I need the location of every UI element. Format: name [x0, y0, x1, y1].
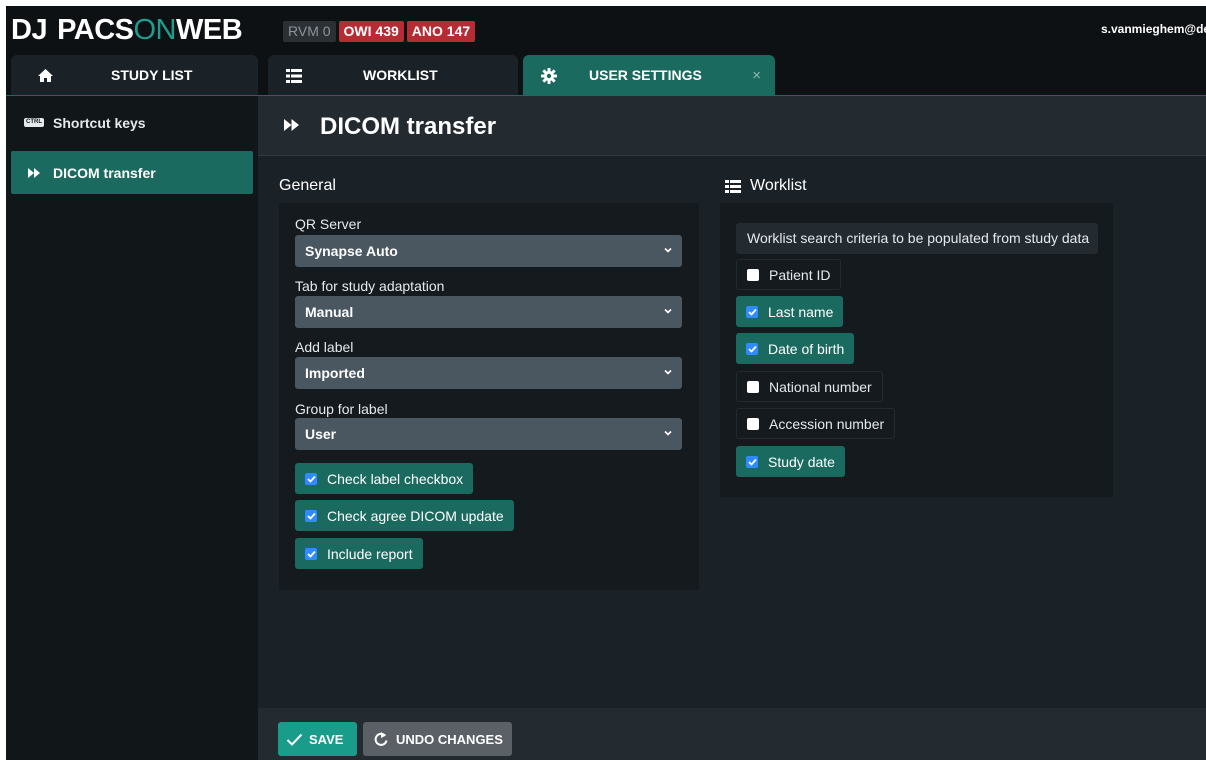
checkbox-label: Date of birth — [768, 340, 845, 357]
tab-user-settings[interactable]: USER SETTINGS × — [523, 55, 775, 96]
sidebar-item-dicom-transfer[interactable]: DICOM transfer — [11, 151, 253, 194]
field-label-tab-study-adaptation: Tab for study adaptation — [295, 278, 445, 294]
logo-pacs: PACS — [57, 13, 134, 46]
fast-forward-icon — [284, 118, 299, 134]
check-include-report[interactable]: Include report — [295, 538, 423, 569]
check-date-of-birth[interactable]: Date of birth — [736, 333, 855, 364]
field-label-group-for-label: Group for label — [295, 401, 388, 417]
checkbox-label: Accession number — [769, 415, 885, 432]
home-icon — [37, 67, 54, 84]
check-national-number[interactable]: National number — [736, 371, 883, 402]
undo-changes-button[interactable]: UNDO CHANGES — [363, 722, 512, 756]
checkbox-unchecked[interactable] — [747, 417, 759, 430]
checkbox-unchecked[interactable] — [747, 380, 759, 393]
check-last-name[interactable]: Last name — [736, 296, 844, 327]
general-panel: QR Server Synapse Auto Tab for study ada… — [279, 203, 699, 590]
checkbox-label: Patient ID — [769, 266, 831, 283]
chevron-down-icon — [664, 430, 672, 436]
list-icon — [285, 67, 302, 84]
ctrl-key-icon: CTRL — [24, 118, 44, 127]
fast-forward-icon — [24, 167, 44, 178]
app-window: DJ PACS ON WEB RVM 0 OWI 439 ANO 147 s.v… — [6, 6, 1206, 760]
section-title-label: Worklist — [750, 177, 807, 194]
user-name[interactable]: s.vanmieghem@de — [1101, 22, 1206, 36]
check-patient-id[interactable]: Patient ID — [736, 259, 842, 290]
page-title: DICOM transfer — [320, 113, 497, 140]
checkbox-label: Check label checkbox — [327, 470, 464, 487]
check-label-checkbox[interactable]: Check label checkbox — [295, 463, 474, 494]
check-study-date[interactable]: Study date — [736, 446, 845, 477]
check-accession-number[interactable]: Accession number — [736, 408, 896, 439]
counter-badges: RVM 0 OWI 439 ANO 147 — [283, 21, 476, 42]
sidebar: CTRL Shortcut keys DICOM transfer — [6, 96, 258, 760]
tab-label: WORKLIST — [363, 67, 438, 83]
field-label-qr-server: QR Server — [295, 216, 362, 232]
checkbox-label: National number — [769, 378, 872, 395]
undo-arrow-icon — [374, 731, 388, 747]
chevron-down-icon — [664, 308, 672, 314]
select-value: Synapse Auto — [305, 243, 398, 259]
sidebar-item-label: DICOM transfer — [53, 164, 156, 181]
tab-study-list[interactable]: STUDY LIST — [11, 55, 258, 96]
top-header: DJ PACS ON WEB RVM 0 OWI 439 ANO 147 s.v… — [6, 6, 1206, 52]
checkbox-label: Check agree DICOM update — [327, 507, 504, 524]
logo-dj: DJ — [11, 13, 48, 46]
checkmark-icon — [286, 733, 303, 746]
gear-icon — [540, 67, 557, 84]
checkbox-checked[interactable] — [746, 455, 758, 468]
logo-web: WEB — [176, 13, 243, 46]
close-icon[interactable]: × — [752, 67, 761, 84]
tab-worklist[interactable]: WORKLIST — [268, 55, 518, 96]
tab-label: USER SETTINGS — [589, 67, 702, 83]
badge-rvm[interactable]: RVM 0 — [283, 21, 336, 42]
chevron-down-icon — [664, 369, 672, 375]
settings-content: General QR Server Synapse Auto Tab for s… — [258, 156, 1206, 708]
badge-ano[interactable]: ANO 147 — [406, 21, 476, 42]
checkbox-checked[interactable] — [305, 472, 317, 485]
app-logo: DJ PACS ON WEB — [11, 13, 243, 46]
check-agree-dicom-update[interactable]: Check agree DICOM update — [295, 500, 514, 531]
badge-owi[interactable]: OWI 439 — [338, 21, 404, 42]
checkbox-checked[interactable] — [746, 342, 758, 355]
tab-bar: STUDY LIST WORKLIST USER SETTINGS × — [6, 52, 1206, 96]
tab-label: STUDY LIST — [111, 67, 193, 83]
worklist-hint: Worklist search criteria to be populated… — [736, 223, 1098, 254]
field-label-add-label: Add label — [295, 339, 354, 355]
tab-study-adaptation-select[interactable]: Manual — [295, 296, 682, 328]
sidebar-item-shortcut-keys[interactable]: CTRL Shortcut keys — [11, 101, 253, 144]
checkbox-label: Last name — [768, 303, 834, 320]
checkbox-checked[interactable] — [305, 547, 317, 560]
checkbox-label: Include report — [327, 545, 413, 562]
group-for-label-select[interactable]: User — [295, 418, 682, 450]
checkbox-checked[interactable] — [305, 509, 317, 522]
chevron-down-icon — [664, 247, 672, 253]
logo-on: ON — [133, 13, 177, 46]
sidebar-item-label: Shortcut keys — [53, 114, 146, 131]
select-value: Imported — [305, 365, 365, 381]
add-label-select[interactable]: Imported — [295, 357, 682, 389]
footer-bar: SAVE UNDO CHANGES — [258, 708, 1206, 760]
worklist-panel: Worklist search criteria to be populated… — [720, 203, 1113, 497]
general-section-title: General — [279, 177, 336, 194]
list-icon — [725, 179, 741, 193]
undo-button-label: UNDO CHANGES — [396, 731, 503, 747]
checkbox-unchecked[interactable] — [747, 268, 759, 281]
checkbox-label: Study date — [768, 453, 835, 470]
save-button-label: SAVE — [309, 731, 344, 747]
qr-server-select[interactable]: Synapse Auto — [295, 235, 682, 267]
save-button[interactable]: SAVE — [278, 722, 357, 756]
select-value: User — [305, 426, 337, 442]
select-value: Manual — [305, 304, 354, 320]
page-header: DICOM transfer — [258, 96, 1206, 156]
worklist-section-title: Worklist — [725, 177, 807, 195]
checkbox-checked[interactable] — [746, 305, 758, 318]
